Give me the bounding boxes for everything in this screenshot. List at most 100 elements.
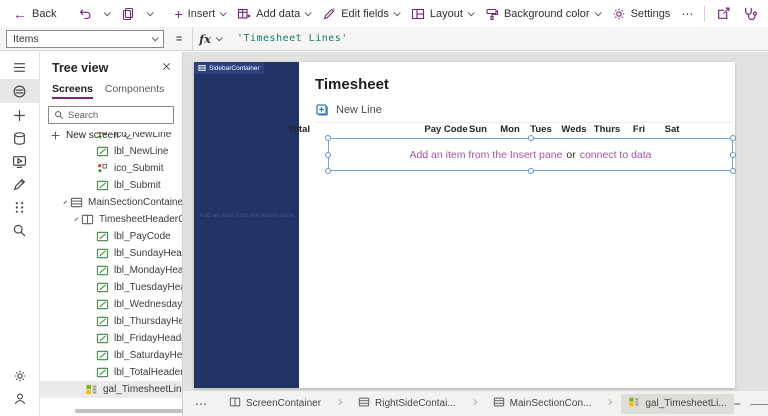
tree-item[interactable]: lbl_NewLine bbox=[40, 143, 182, 160]
rail-variables-button[interactable] bbox=[0, 196, 40, 218]
zoom-slider[interactable] bbox=[749, 398, 768, 410]
background-color-menu[interactable]: Background color bbox=[480, 4, 605, 24]
new-line-button[interactable]: New Line bbox=[315, 103, 382, 117]
tree-item-label: MainSectionContainer bbox=[88, 197, 182, 208]
zoom-out-button[interactable]: − bbox=[734, 397, 741, 411]
variables-icon bbox=[15, 201, 24, 213]
clipboard-button[interactable] bbox=[116, 4, 140, 24]
tab-screens[interactable]: Screens bbox=[52, 83, 93, 99]
tree-horizontal-scrollbar[interactable] bbox=[75, 409, 183, 413]
layout-menu[interactable]: Layout bbox=[406, 4, 478, 24]
formula-input[interactable]: 'Timesheet Lines' bbox=[237, 33, 348, 44]
label-icon bbox=[96, 230, 109, 243]
plus-icon: + bbox=[174, 5, 183, 22]
column-header: Weds bbox=[561, 124, 587, 135]
close-panel-button[interactable] bbox=[161, 59, 172, 77]
rail-insert-button[interactable] bbox=[0, 104, 40, 126]
back-button[interactable]: ← Back bbox=[8, 4, 61, 24]
tree-item[interactable]: ico_Submit bbox=[40, 160, 182, 177]
tree-item-label: lbl_WednesdayHeader bbox=[114, 299, 182, 310]
background-color-icon bbox=[486, 8, 499, 20]
connect-to-data-link[interactable]: connect to data bbox=[580, 149, 652, 161]
tree-item[interactable]: lbl_SundayHeader bbox=[40, 245, 182, 262]
main-section: Timesheet New Line Pay Code Sun Mon Tues Wed… bbox=[288, 62, 736, 388]
person-icon bbox=[14, 393, 25, 405]
selection-handle[interactable] bbox=[325, 168, 331, 174]
settings-gear-icon bbox=[613, 8, 624, 19]
tree-item[interactable]: lbl_FridayHeader bbox=[40, 330, 182, 347]
insert-menu[interactable]: + Insert bbox=[169, 4, 230, 24]
label-icon bbox=[96, 366, 109, 379]
selection-handle[interactable] bbox=[527, 135, 534, 141]
column-header: Sat bbox=[664, 124, 680, 135]
tree-item[interactable]: lbl_TuesdayHeader bbox=[40, 279, 182, 296]
breadcrumb-item[interactable]: ScreenContainer bbox=[222, 394, 351, 414]
timesheet-gallery[interactable]: Add an item from the Insert pane or conn… bbox=[325, 135, 736, 174]
insert-plus-icon bbox=[14, 109, 25, 121]
edit-fields-label: Edit fields bbox=[341, 7, 389, 20]
insert-pane-link[interactable]: Add an item from the Insert pane bbox=[409, 149, 562, 161]
tree-item[interactable]: lbl_WednesdayHeader bbox=[40, 296, 182, 313]
fx-dropdown[interactable]: fx bbox=[192, 27, 227, 50]
chevron-down-icon[interactable] bbox=[74, 217, 78, 221]
sidebar-container-tag: SidebarContainer bbox=[194, 62, 264, 74]
rail-account-button[interactable] bbox=[0, 388, 40, 410]
breadcrumb-item[interactable]: gal_TimesheetLi... bbox=[621, 393, 734, 414]
chevron-down-icon bbox=[219, 9, 227, 17]
share-button[interactable] bbox=[711, 3, 736, 24]
chevron-down-icon[interactable] bbox=[63, 200, 67, 204]
edit-fields-menu[interactable]: Edit fields bbox=[317, 4, 404, 24]
tree-item[interactable]: lbl_PayCode bbox=[40, 228, 182, 245]
selection-handle[interactable] bbox=[527, 168, 534, 174]
rail-power-automate-button[interactable] bbox=[0, 173, 40, 195]
selection-handle[interactable] bbox=[730, 135, 736, 141]
right-column: SidebarContainer Add an item from the In… bbox=[183, 52, 768, 416]
zoom-slider-track bbox=[749, 403, 768, 405]
header-divider bbox=[315, 122, 732, 123]
search-input[interactable] bbox=[68, 109, 168, 121]
breadcrumb-overflow-button[interactable]: ⋯ bbox=[191, 397, 212, 411]
selection-handle[interactable] bbox=[730, 168, 736, 174]
zoom-controls: − + 70 % bbox=[734, 393, 768, 415]
fx-label: fx bbox=[199, 31, 211, 46]
tree-item[interactable]: MainSectionContainer bbox=[40, 194, 182, 211]
tree-item[interactable]: lbl_SaturdayHeader bbox=[40, 347, 182, 364]
tree-item[interactable]: lbl_Submit bbox=[40, 177, 182, 194]
rail-tree-view-button[interactable] bbox=[0, 79, 40, 103]
tree-item-label: TimesheetHeaderContainer bbox=[99, 214, 182, 225]
tab-components[interactable]: Components bbox=[105, 83, 165, 99]
selection-handle[interactable] bbox=[730, 151, 736, 158]
tree-item[interactable]: TimesheetHeaderContainer bbox=[40, 211, 182, 228]
menu-button[interactable] bbox=[0, 56, 40, 78]
app-checker-button[interactable] bbox=[738, 3, 763, 24]
background-color-label: Background color bbox=[503, 7, 590, 20]
undo-menu-button[interactable] bbox=[99, 8, 114, 19]
tree-item[interactable]: ico_NewLine bbox=[40, 132, 182, 143]
add-data-menu[interactable]: Add data bbox=[232, 4, 315, 24]
tree-item[interactable]: lbl_TotalHeader bbox=[40, 364, 182, 381]
chevron-right-icon bbox=[336, 398, 344, 409]
undo-button[interactable] bbox=[73, 4, 97, 24]
rail-media-button[interactable] bbox=[0, 150, 40, 172]
tree-item[interactable]: lbl_ThursdayHeader bbox=[40, 313, 182, 330]
add-new-icon bbox=[316, 104, 328, 116]
breadcrumb-item[interactable]: RightSideContai... bbox=[351, 394, 486, 414]
tree-item[interactable]: gal_TimesheetLines ⋯ bbox=[40, 381, 182, 398]
breadcrumb-item[interactable]: MainSectionCon... bbox=[486, 394, 622, 414]
rail-data-button[interactable] bbox=[0, 127, 40, 149]
tree-item[interactable]: lbl_MondayHeader bbox=[40, 262, 182, 279]
tree-search-box[interactable] bbox=[48, 106, 174, 124]
sidebar-container[interactable]: SidebarContainer Add an item from the In… bbox=[194, 62, 299, 388]
chevron-down-icon bbox=[104, 9, 112, 17]
settings-menu[interactable]: Settings bbox=[607, 4, 676, 24]
property-dropdown[interactable]: Items bbox=[6, 29, 164, 48]
rail-search-button[interactable] bbox=[0, 219, 40, 241]
sidebar-container-label: SidebarContainer bbox=[209, 64, 260, 72]
container-v-icon bbox=[229, 396, 241, 411]
toolbar-overflow-button[interactable]: ⋯ bbox=[677, 7, 698, 21]
rail-settings-button[interactable] bbox=[0, 365, 40, 387]
selection-handle[interactable] bbox=[325, 151, 331, 158]
selection-handle[interactable] bbox=[325, 135, 331, 141]
clipboard-menu-button[interactable] bbox=[142, 8, 157, 19]
app-canvas[interactable]: SidebarContainer Add an item from the In… bbox=[194, 62, 736, 388]
